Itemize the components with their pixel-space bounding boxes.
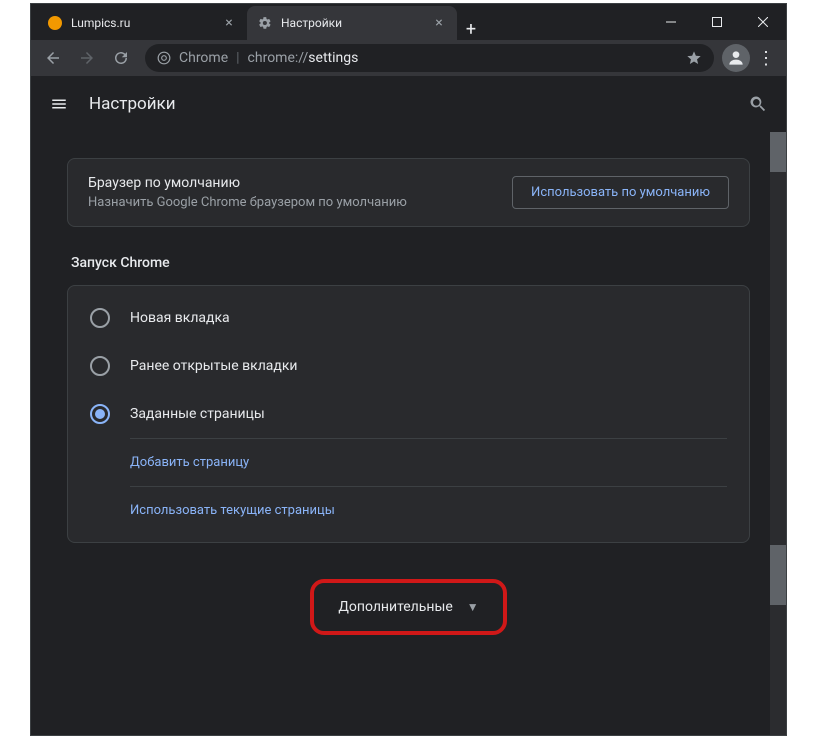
gear-icon [257,15,273,31]
radio-icon [90,308,110,328]
forward-button[interactable] [71,42,103,74]
advanced-button[interactable]: Дополнительные ▼ [316,585,500,629]
new-tab-button[interactable]: + [457,19,485,40]
back-button[interactable] [37,42,69,74]
default-browser-subtitle: Назначить Google Chrome браузером по умо… [88,195,407,210]
scrollbar-thumb[interactable] [770,132,786,172]
default-browser-title: Браузер по умолчанию [88,175,407,191]
window-controls [648,4,786,40]
origin-label: Chrome [179,50,228,66]
maximize-button[interactable] [694,4,740,40]
menu-button[interactable]: ⋮ [752,48,780,69]
startup-card: Новая вкладка Ранее открытые вкладки Зад… [67,285,750,543]
tab-title: Lumpics.ru [71,16,213,30]
advanced-label: Дополнительные [338,599,452,615]
bookmark-icon[interactable] [686,50,702,66]
close-button[interactable] [740,4,786,40]
tab-lumpics[interactable]: Lumpics.ru × [37,6,247,40]
navbar: Chrome | chrome://settings ⋮ [31,40,786,76]
hamburger-icon[interactable] [47,92,71,116]
reload-button[interactable] [105,42,137,74]
startup-section-title: Запуск Chrome [71,255,750,271]
settings-content: Браузер по умолчанию Назначить Google Ch… [31,132,786,735]
radio-icon [90,356,110,376]
omnibox[interactable]: Chrome | chrome://settings [145,44,714,72]
close-icon[interactable]: × [221,15,237,31]
radio-label: Новая вкладка [130,310,230,326]
tabstrip: Lumpics.ru × Настройки × + [31,4,648,40]
radio-label: Ранее открытые вкладки [130,358,298,374]
startup-option-newtab[interactable]: Новая вкладка [68,294,749,342]
chrome-icon [157,51,171,65]
globe-icon [47,15,63,31]
url-path: settings [308,50,358,66]
make-default-button[interactable]: Использовать по умолчанию [512,176,729,209]
chevron-down-icon: ▼ [467,600,479,614]
profile-avatar[interactable] [722,44,750,72]
startup-option-pages[interactable]: Заданные страницы [68,390,749,438]
scrollbar-thumb[interactable] [770,545,786,605]
use-current-link[interactable]: Использовать текущие страницы [130,486,727,534]
settings-header: Настройки [31,76,786,132]
search-icon[interactable] [746,92,770,116]
titlebar: Lumpics.ru × Настройки × + [31,4,786,40]
radio-icon [90,404,110,424]
default-browser-card: Браузер по умолчанию Назначить Google Ch… [67,158,750,227]
scrollbar[interactable] [770,132,786,735]
browser-window: Lumpics.ru × Настройки × + [30,3,787,736]
tab-title: Настройки [281,16,423,30]
minimize-button[interactable] [648,4,694,40]
startup-option-continue[interactable]: Ранее открытые вкладки [68,342,749,390]
url-host: chrome:// [248,50,309,66]
close-icon[interactable]: × [431,15,447,31]
radio-label: Заданные страницы [130,406,265,422]
page-title: Настройки [89,94,176,114]
add-page-link[interactable]: Добавить страницу [130,438,727,486]
tab-settings[interactable]: Настройки × [247,6,457,40]
